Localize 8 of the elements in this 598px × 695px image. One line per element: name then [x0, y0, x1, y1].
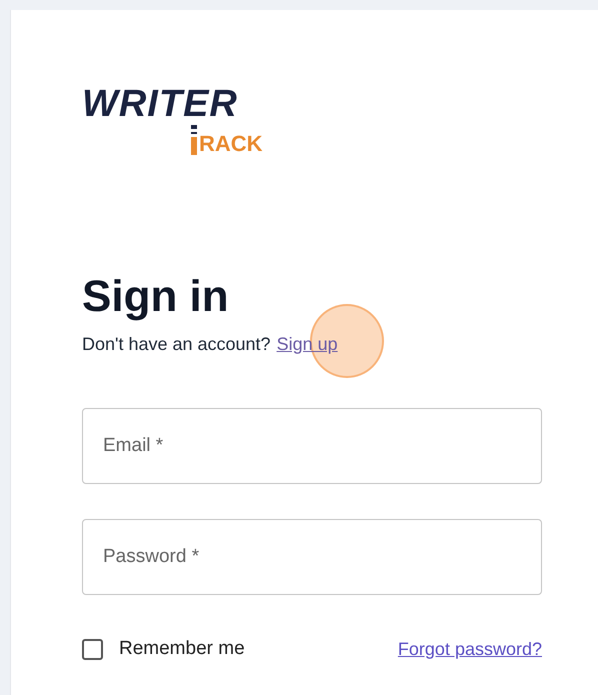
logo-wordmark: RACK — [199, 133, 263, 155]
page-heading: Sign in — [82, 275, 230, 319]
forgot-password-link[interactable]: Forgot password? — [398, 636, 542, 663]
input-field[interactable]: Email * — [82, 408, 542, 484]
checkbox-label: Remember me — [119, 637, 245, 661]
prompt-text: Don't have an account? — [82, 333, 271, 356]
logo-wordmark: WRITER — [82, 85, 239, 123]
input-field[interactable]: Password * — [82, 519, 542, 595]
